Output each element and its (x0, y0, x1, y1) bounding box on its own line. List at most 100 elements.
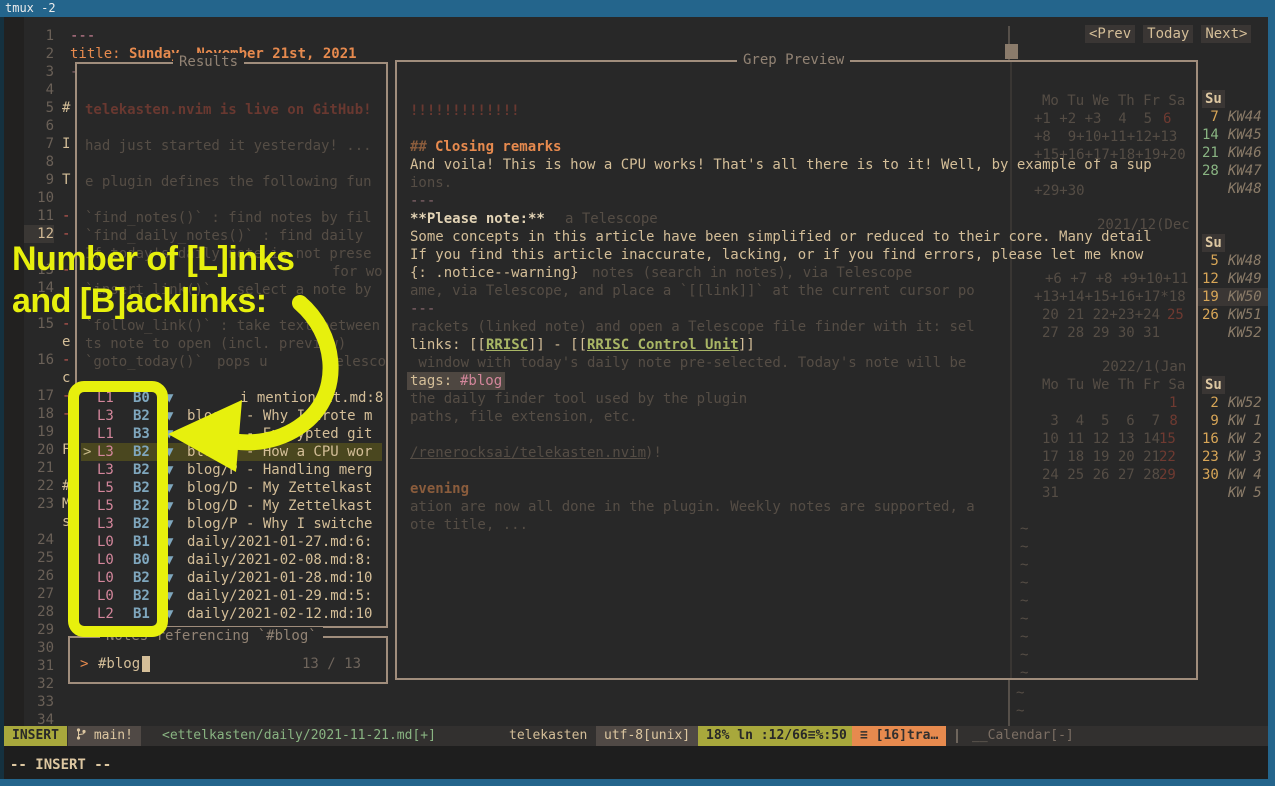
line-number: 29 (24, 621, 54, 639)
calendar-weekday-header: Su (1202, 234, 1225, 252)
text-fragment: ~ (1020, 592, 1028, 610)
text-row: ~ (397, 556, 1196, 574)
text-fragment: 3 4 5 6 7 (1042, 412, 1160, 430)
line-number: 11 (24, 207, 54, 225)
text-fragment: ~ (1020, 520, 1028, 538)
calendar-day[interactable]: 28 (1202, 162, 1219, 180)
calendar-week-label: KW 2 (1228, 430, 1262, 448)
line-number: 32 (24, 675, 54, 693)
calendar-week-label: KW 1 (1228, 412, 1262, 430)
today-button[interactable]: Today (1143, 25, 1193, 43)
text-row: e plugin defines the following fun (77, 173, 386, 191)
text-row: 3 4 5 6 7 8 (397, 412, 1196, 430)
calendar-day[interactable]: 5 (1202, 252, 1219, 270)
result-title[interactable]: blog/D - My Zettelkast (187, 497, 372, 515)
file-path: <ettelkasten/daily/2021-11-21.md[+] (154, 726, 444, 746)
result-title[interactable]: blog/P - Why I switche (187, 515, 372, 533)
text-fragment: ~ (1020, 556, 1028, 574)
text-row: 1 (397, 394, 1196, 412)
text-fragment: 1 (1169, 394, 1177, 412)
text-row: 10 11 12 13 1415 (397, 430, 1196, 448)
buffer-text-fragment: - (62, 207, 70, 225)
text-fragment: telekasten.nvim is live on GitHub! (85, 101, 372, 119)
calendar-week-label: KW51 (1228, 306, 1262, 324)
text-fragment: ~ (1020, 628, 1028, 646)
calendar-day[interactable]: 26 (1202, 306, 1219, 324)
text-row: ~ (397, 538, 1196, 556)
annotation-text-line1: Number of [L]inks (12, 240, 294, 279)
line-number: 24 (24, 531, 54, 549)
calendar-week-label: KW50 (1228, 288, 1262, 306)
text-row: 31 (397, 484, 1196, 502)
prompt-caret: > (80, 655, 88, 673)
result-title[interactable]: daily/2021-02-12.md:10 (187, 605, 372, 623)
text-row: 24 25 26 27 2829 (397, 466, 1196, 484)
text-row: `find_notes()` : find notes by fil (77, 209, 386, 227)
calendar-day[interactable]: 30 (1202, 466, 1219, 484)
line-number-column: 1234567891011121314151617181920212223242… (0, 0, 60, 786)
text-fragment: +8 9+10+11+12+13 (1034, 128, 1177, 146)
calendar-day[interactable]: 9 (1202, 412, 1219, 430)
result-title[interactable]: daily/2021-01-28.md:10 (187, 569, 372, 587)
calendar-day[interactable]: 7 (1202, 108, 1219, 126)
line-number: 18 (24, 405, 54, 423)
line-number: 28 (24, 603, 54, 621)
text-fragment: 6 (1163, 110, 1171, 128)
text-fragment: `find_notes()` : find notes by fil (85, 209, 372, 227)
calendar-week-label: KW44 (1228, 108, 1262, 126)
line-number: 10 (24, 189, 54, 207)
result-title[interactable]: daily/2021-01-27.md:6: (187, 533, 372, 551)
text-row: ~ (397, 520, 1196, 538)
text-row: ~ (0, 702, 1275, 720)
calendar-day[interactable]: 21 (1202, 144, 1219, 162)
frontmatter-key: title: (70, 45, 129, 63)
buffer-text-fragment: I (62, 135, 70, 153)
scrollbar-thumb[interactable] (1005, 44, 1018, 59)
text-row: 2022/1(Jan (397, 358, 1196, 376)
calendar-statusline-label: __Calendar[-] (964, 726, 1082, 746)
line-number: 19 (24, 423, 54, 441)
line-number: 17 (24, 387, 54, 405)
line-number: 8 (24, 153, 54, 171)
calendar-weekday-header: Mo Tu We Th Fr Sa (1042, 376, 1185, 394)
line-number: 9 (24, 171, 54, 189)
result-title[interactable]: blog/D - My Zettelkast (187, 479, 372, 497)
line-number: 4 (24, 81, 54, 99)
result-title[interactable]: daily/2021-02-08.md:8: (187, 551, 372, 569)
calendar-week-label: KW49 (1228, 270, 1262, 288)
text-row: Mo Tu We Th Fr Sa (397, 92, 1196, 110)
text-row: +13+14+15+16+17*18 (397, 288, 1196, 306)
prev-button[interactable]: <Prev (1085, 25, 1135, 43)
statusline: INSERT main! <ettelkasten/daily/2021-11-… (4, 726, 1268, 746)
calendar-day[interactable]: 14 (1202, 126, 1219, 144)
grep-preview-window: Grep Preview !!!!!!!!!!!!!##Closing rema… (395, 60, 1198, 680)
text-row: 17 18 19 20 2122 (397, 448, 1196, 466)
text-row: 20 21 22+23+2425 (397, 306, 1196, 324)
calendar-week-label: KW45 (1228, 126, 1262, 144)
text-fragment: 25 (1167, 306, 1184, 324)
text-fragment: If you find this article inaccurate, lac… (410, 246, 1143, 264)
text-fragment: ~ (1020, 574, 1028, 592)
text-row: --- (0, 27, 1275, 45)
result-title[interactable]: daily/2021-01-29.md:5: (187, 587, 372, 605)
calendar-day[interactable]: 2 (1202, 394, 1219, 412)
calendar-day[interactable]: 23 (1202, 448, 1219, 466)
text-row: Mo Tu We Th Fr Sa (397, 376, 1196, 394)
vim-mode-message: -- INSERT -- (10, 757, 111, 773)
search-input[interactable]: #blog (98, 655, 140, 673)
text-fragment: 17 18 19 20 21 (1042, 448, 1160, 466)
line-number: 2 (24, 45, 54, 63)
text-fragment: for wo (332, 263, 383, 281)
calendar-week-label: KW46 (1228, 144, 1262, 162)
calendar-day[interactable]: 19 (1202, 288, 1219, 306)
calendar-day[interactable]: 12 (1202, 270, 1219, 288)
tab-segment[interactable]: ≡ [16]tra… (852, 726, 946, 746)
line-number: 30 (24, 639, 54, 657)
text-fragment: 10 11 12 13 14 (1042, 430, 1160, 448)
next-button[interactable]: Next> (1201, 25, 1251, 43)
calendar-day[interactable]: 16 (1202, 430, 1219, 448)
text-fragment: 29 (1159, 466, 1176, 484)
line-number: 22 (24, 477, 54, 495)
encoding-segment: utf-8[unix] (596, 726, 698, 746)
text-row: telekasten.nvim is live on GitHub! (77, 101, 386, 119)
